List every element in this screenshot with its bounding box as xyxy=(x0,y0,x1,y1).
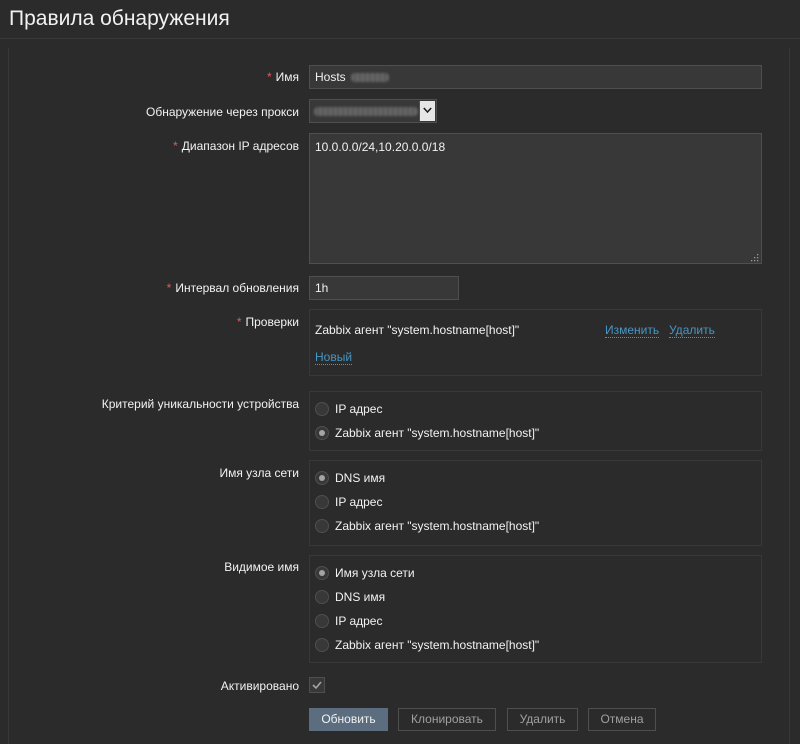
radio-label: Имя узла сети xyxy=(335,566,415,580)
radio-label: IP адрес xyxy=(335,614,383,628)
name-input[interactable]: Hosts xyxy=(309,65,762,89)
interval-input[interactable] xyxy=(309,276,459,300)
name-label: * Имя xyxy=(266,70,299,84)
check-edit-link[interactable]: Изменить xyxy=(605,323,660,338)
checks-box: Zabbix агент "system.hostname[host]" Изм… xyxy=(309,309,762,376)
cancel-button[interactable]: Отмена xyxy=(588,708,656,731)
radio-label: Zabbix агент "system.hostname[host]" xyxy=(335,519,540,533)
uniqueness-radio-group: IP адрес Zabbix агент "system.hostname[h… xyxy=(309,391,762,451)
radio-label: DNS имя xyxy=(335,590,386,604)
radio-label: IP адрес xyxy=(335,402,383,416)
host-name-radio-group: DNS имя IP адрес Zabbix агент "system.ho… xyxy=(309,460,762,546)
radio-label: DNS имя xyxy=(335,471,386,485)
redacted-text xyxy=(314,107,418,116)
radio-button[interactable] xyxy=(315,471,329,485)
visible-name-radio-group: Имя узла сети DNS имя IP адрес Zabbix аг… xyxy=(309,555,762,663)
radio-label: IP адрес xyxy=(335,495,383,509)
delete-button[interactable]: Удалить xyxy=(507,708,578,731)
proxy-select[interactable] xyxy=(309,99,437,123)
check-remove-link[interactable]: Удалить xyxy=(669,323,715,338)
radio-button[interactable] xyxy=(315,402,329,416)
uniqueness-label: Критерий уникальности устройства xyxy=(101,397,299,411)
radio-button[interactable] xyxy=(315,590,329,604)
name-value: Hosts xyxy=(315,70,346,84)
radio-label: Zabbix агент "system.hostname[host]" xyxy=(335,638,540,652)
page-title: Правила обнаружения xyxy=(9,7,230,30)
ip-range-label: * Диапазон IP адресов xyxy=(173,139,299,153)
new-check-link[interactable]: Новый xyxy=(315,350,353,365)
chevron-down-icon xyxy=(423,107,432,114)
radio-button[interactable] xyxy=(315,426,329,440)
checkmark-icon xyxy=(312,681,322,690)
radio-button[interactable] xyxy=(315,519,329,533)
host-name-label: Имя узла сети xyxy=(219,466,299,480)
clone-button[interactable]: Клонировать xyxy=(398,708,496,731)
select-dropdown-button[interactable] xyxy=(419,101,435,121)
resize-grip-icon[interactable] xyxy=(749,252,759,262)
interval-label: * Интервал обновления xyxy=(166,281,299,295)
title-divider xyxy=(0,38,800,39)
radio-button[interactable] xyxy=(315,566,329,580)
radio-button[interactable] xyxy=(315,638,329,652)
enabled-checkbox[interactable] xyxy=(309,677,325,693)
ip-range-textarea[interactable]: 10.0.0.0/24,10.20.0.0/18 xyxy=(309,133,762,264)
radio-button[interactable] xyxy=(315,495,329,509)
radio-button[interactable] xyxy=(315,614,329,628)
enabled-label: Активировано xyxy=(220,679,299,693)
redacted-text xyxy=(351,73,390,83)
checks-label: * Проверки xyxy=(236,315,299,329)
visible-name-label: Видимое имя xyxy=(224,560,299,574)
check-item-text: Zabbix агент "system.hostname[host]" xyxy=(315,323,520,337)
radio-label: Zabbix агент "system.hostname[host]" xyxy=(335,426,540,440)
proxy-label: Обнаружение через прокси xyxy=(146,105,299,119)
update-button[interactable]: Обновить xyxy=(309,708,388,731)
